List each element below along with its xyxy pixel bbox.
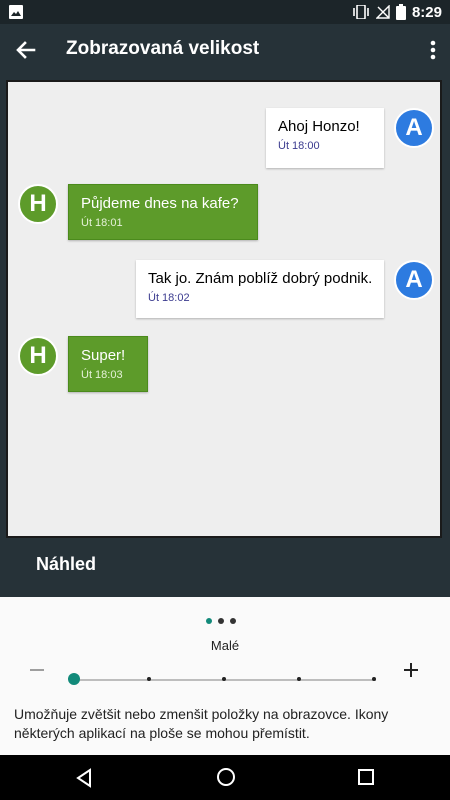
page-dot [230,618,236,624]
size-slider-thumb[interactable] [68,673,80,685]
plus-icon[interactable] [404,663,418,677]
slider-tick [147,677,151,681]
message-time: Út 18:01 [81,217,123,229]
size-description: Umožňuje zvětšit nebo zmenšit položky na… [14,706,389,741]
slider-tick [222,677,226,681]
size-label: Malé [210,638,240,653]
navigation-bar [0,755,450,800]
image-notification-icon [9,5,23,19]
back-arrow-icon[interactable] [12,36,40,64]
preview-panel: Ahoj Honzo! Út 18:00 A H Půjdeme dnes na… [6,80,442,538]
avatar: H [18,184,58,224]
message-text: Tak jo. Znám poblíž dobrý podnik. [148,270,373,287]
message-time: Út 18:03 [81,369,123,381]
message-text: Ahoj Honzo! [278,118,360,135]
page-indicator [206,618,236,624]
battery-icon [395,4,406,20]
status-bar: 8:29 [0,0,450,24]
page-dot-active [206,618,212,624]
vibrate-icon [353,5,369,19]
message-bubble: Super! Út 18:03 [68,336,148,392]
no-signal-icon [375,5,390,19]
nav-recents-icon[interactable] [356,767,376,787]
message-time: Út 18:02 [148,292,190,304]
message-text: Super! [81,347,126,364]
size-settings-panel: Malé Umožňuje zvětšit nebo zmenšit polož… [0,597,450,755]
avatar: H [18,336,58,376]
nav-home-icon[interactable] [215,766,237,788]
nav-back-icon[interactable] [73,767,95,789]
message-bubble: Ahoj Honzo! Út 18:00 [266,108,384,168]
avatar: A [394,260,434,300]
page-dot [218,618,224,624]
more-vert-icon[interactable] [428,36,438,64]
preview-label: Náhled [36,554,97,574]
slider-tick [297,677,301,681]
minus-icon[interactable] [30,669,44,671]
message-bubble: Tak jo. Znám poblíž dobrý podnik. Út 18:… [136,260,384,318]
app-bar: Zobrazovaná velikost [0,24,450,76]
message-text: Půjdeme dnes na kafe? [81,195,239,212]
message-time: Út 18:00 [278,140,320,152]
avatar: A [394,108,434,148]
message-bubble: Půjdeme dnes na kafe? Út 18:01 [68,184,258,240]
clock: 8:29 [411,3,442,21]
slider-tick [372,677,376,681]
page-title: Zobrazovaná velikost [66,38,260,59]
